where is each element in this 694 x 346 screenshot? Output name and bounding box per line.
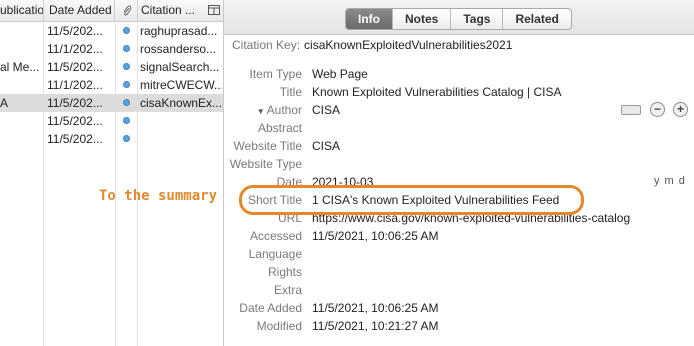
item-type-label: Item Type (249, 67, 302, 81)
date-value[interactable]: 2021-10-03 (312, 175, 373, 189)
column-picker-button[interactable] (205, 0, 223, 21)
short-title-value[interactable]: 1 CISA's Known Exploited Vulnerabilities… (312, 193, 559, 207)
list-item-date-added: 11/1/202... (47, 42, 103, 56)
list-item-citation-key: mitreCWECW... (140, 78, 222, 92)
citation-key-label: Citation Key: (232, 38, 301, 52)
rights-label: Rights (267, 265, 302, 279)
column-header-attachments[interactable] (116, 0, 138, 21)
item-pane-tabs: Info Notes Tags Related (345, 8, 572, 30)
list-item[interactable]: 11/1/202... rossanderso... (0, 40, 223, 58)
list-header: ublication Date Added Citation ... (0, 0, 223, 22)
item-pane: Info Notes Tags Related Citation Key: cis… (224, 0, 694, 346)
list-item[interactable]: 11/1/202... mitreCWECW... (0, 76, 223, 94)
author-label[interactable]: Author (267, 103, 302, 117)
plus-icon: + (676, 102, 684, 116)
item-type-value[interactable]: Web Page (312, 67, 368, 81)
list-item-publication (0, 112, 42, 130)
website-type-label: Website Type (229, 157, 302, 171)
date-ymd-indicator: y m d (654, 175, 686, 187)
item-pane-tabbar: Info Notes Tags Related (224, 0, 694, 35)
paperclip-icon (123, 5, 131, 16)
website-title-label: Website Title (233, 139, 302, 153)
annotation-label: To the summary (99, 188, 218, 204)
add-creator-button[interactable]: + (673, 102, 688, 117)
attachment-status-icon[interactable] (123, 99, 130, 106)
attachment-status-icon[interactable] (123, 63, 130, 70)
list-item-date-added: 11/1/202... (47, 78, 103, 92)
url-value[interactable]: https://www.cisa.gov/known-exploited-vul… (312, 211, 630, 225)
accessed-value[interactable]: 11/5/2021, 10:06:25 AM (312, 229, 439, 243)
creator-name-mode-switch[interactable] (621, 105, 641, 115)
column-header-publication[interactable]: ublication (0, 0, 44, 21)
date-added-value: 11/5/2021, 10:06:25 AM (312, 301, 439, 315)
list-item-citation-key: raghuprasad... (140, 24, 218, 38)
column-header-date-added-label: Date Added (49, 3, 112, 17)
list-item[interactable]: al Me... 11/5/202... signalSearch... (0, 58, 223, 76)
remove-creator-button[interactable]: − (650, 102, 665, 117)
author-value[interactable]: CISA (312, 103, 340, 117)
citation-key-value[interactable]: cisaKnownExploitedVulnerabilities2021 (304, 38, 512, 52)
short-title-label: Short Title (247, 193, 302, 207)
list-item-date-added: 11/5/202... (47, 60, 103, 74)
creator-disclosure-icon[interactable]: ▼ (257, 107, 265, 116)
language-label: Language (248, 247, 302, 261)
list-item-publication (0, 22, 42, 40)
title-label: Title (279, 85, 302, 99)
citation-key-row: Citation Key: cisaKnownExploitedVulnerabi… (232, 38, 512, 52)
list-item-citation-key: rossanderso... (140, 42, 217, 56)
extra-label: Extra (273, 283, 302, 297)
list-item-publication (0, 130, 42, 148)
attachment-status-icon[interactable] (123, 45, 130, 52)
abstract-label: Abstract (257, 121, 302, 135)
modified-value: 11/5/2021, 10:21:27 AM (312, 319, 439, 333)
items-list: ublication Date Added Citation ... 11/5/… (0, 0, 224, 346)
modified-label: Modified (256, 319, 302, 333)
list-item-publication: A (0, 96, 9, 110)
list-item-citation-key (140, 130, 222, 148)
list-item[interactable]: 11/5/202... raghuprasad... (0, 22, 223, 40)
attachment-status-icon[interactable] (123, 135, 130, 142)
list-item-publication (0, 76, 42, 94)
list-item-date-added: 11/5/202... (47, 132, 103, 146)
list-item[interactable]: A 11/5/202... cisaKnownEx... (0, 94, 223, 112)
attachment-status-icon[interactable] (123, 117, 130, 124)
list-item-date-added: 11/5/202... (47, 114, 103, 128)
list-item-date-added: 11/5/202... (47, 96, 103, 110)
list-item[interactable]: 11/5/202... (0, 112, 223, 130)
column-header-citation-key[interactable]: Citation ... (138, 0, 205, 21)
date-added-label: Date Added (239, 301, 302, 315)
column-picker-icon (208, 5, 220, 15)
list-item-citation-key: cisaKnownEx... (140, 96, 222, 110)
author-label-row: ▼ Author (224, 103, 302, 117)
accessed-label: Accessed (249, 229, 302, 243)
column-header-publication-label: ublication (0, 3, 44, 17)
tab-notes[interactable]: Notes (393, 9, 452, 29)
title-value[interactable]: Known Exploited Vulnerabilities Catalog … (312, 85, 561, 99)
list-item-citation-key: signalSearch... (140, 60, 220, 74)
tab-info[interactable]: Info (346, 9, 393, 29)
tab-tags[interactable]: Tags (451, 9, 504, 29)
minus-icon: − (653, 102, 661, 116)
tab-related[interactable]: Related (503, 9, 570, 29)
date-label: Date (276, 175, 302, 189)
column-header-date-added[interactable]: Date Added (44, 0, 115, 21)
list-item-citation-key (140, 112, 222, 130)
website-title-value[interactable]: CISA (312, 139, 340, 153)
list-item-publication (0, 40, 42, 58)
column-header-citation-key-label: Citation ... (141, 3, 196, 17)
list-item-date-added: 11/5/202... (47, 24, 103, 38)
list-item-publication: al Me... (0, 60, 40, 74)
attachment-status-icon[interactable] (123, 27, 130, 34)
attachment-status-icon[interactable] (123, 81, 130, 88)
list-item[interactable]: 11/5/202... (0, 130, 223, 148)
url-label[interactable]: URL (224, 211, 302, 225)
